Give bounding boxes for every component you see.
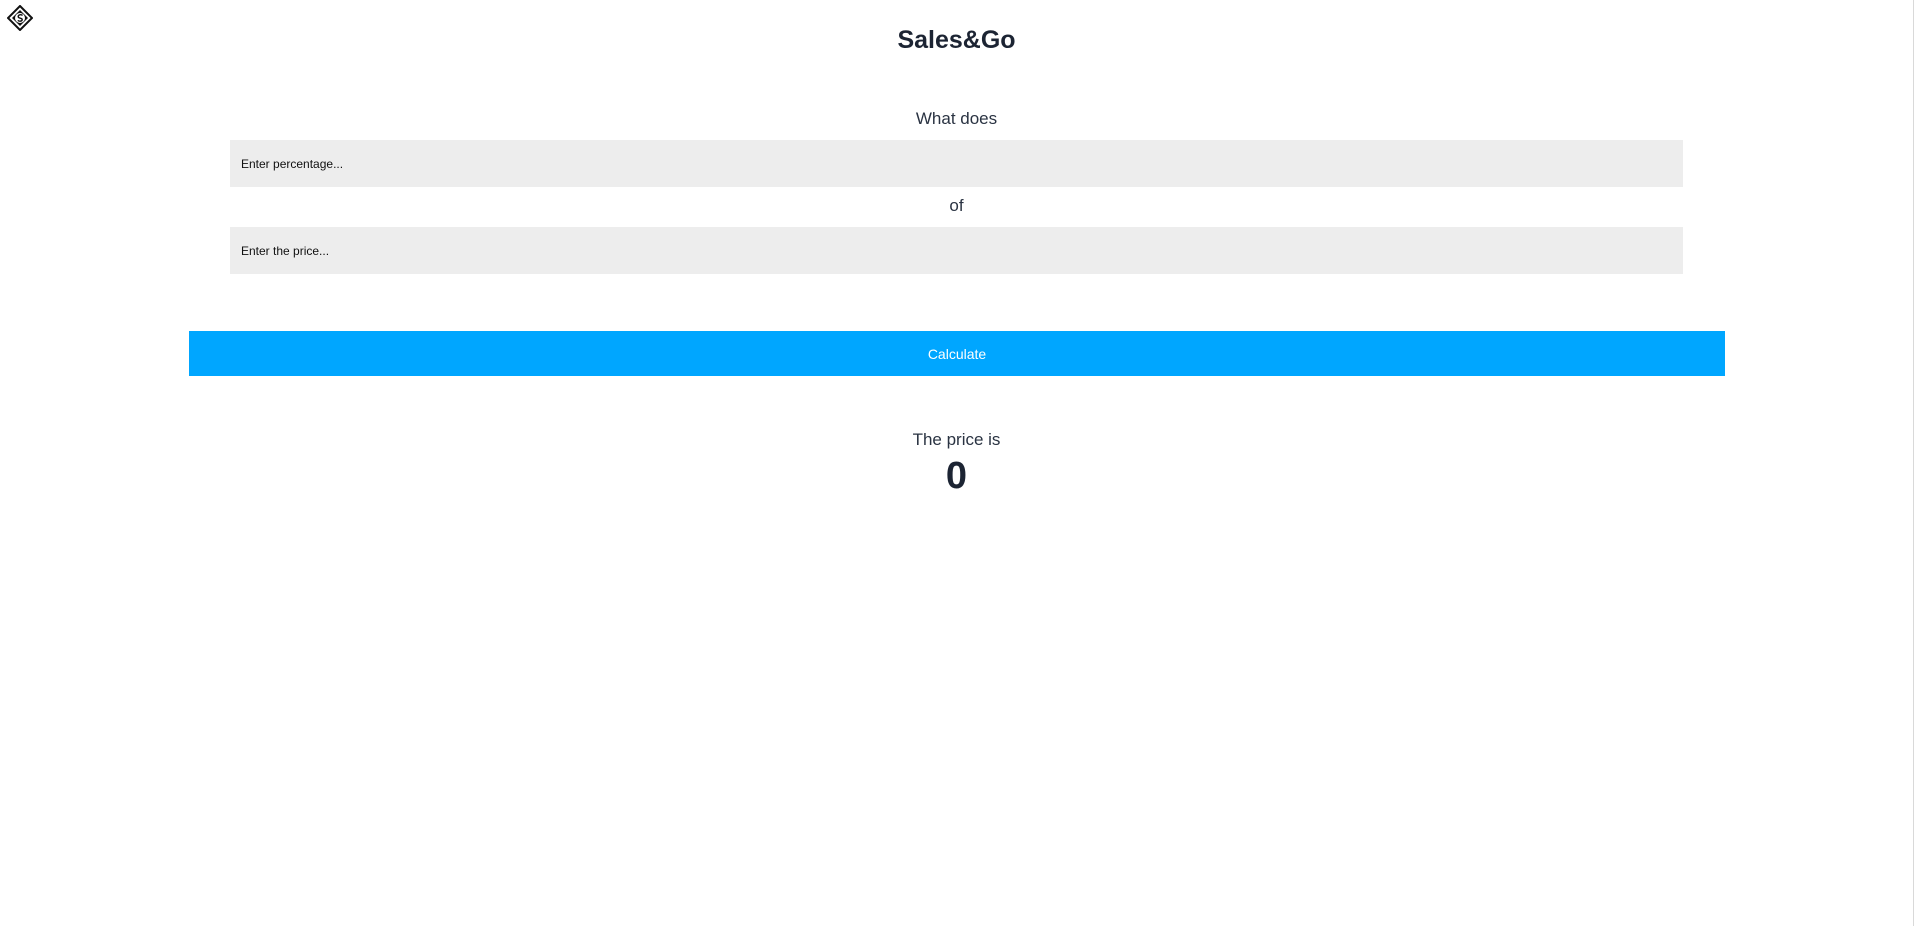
price-input[interactable] [230, 227, 1683, 274]
of-label: of [949, 196, 964, 215]
percentage-input[interactable] [230, 140, 1683, 187]
what-does-label: What does [915, 109, 998, 128]
calculate-button[interactable]: Calculate [189, 331, 1725, 376]
scrollbar-track[interactable] [1913, 0, 1914, 926]
app-title: Sales&Go [897, 26, 1016, 54]
result-label: The price is [912, 430, 1001, 449]
result-value: 0 [945, 455, 968, 497]
